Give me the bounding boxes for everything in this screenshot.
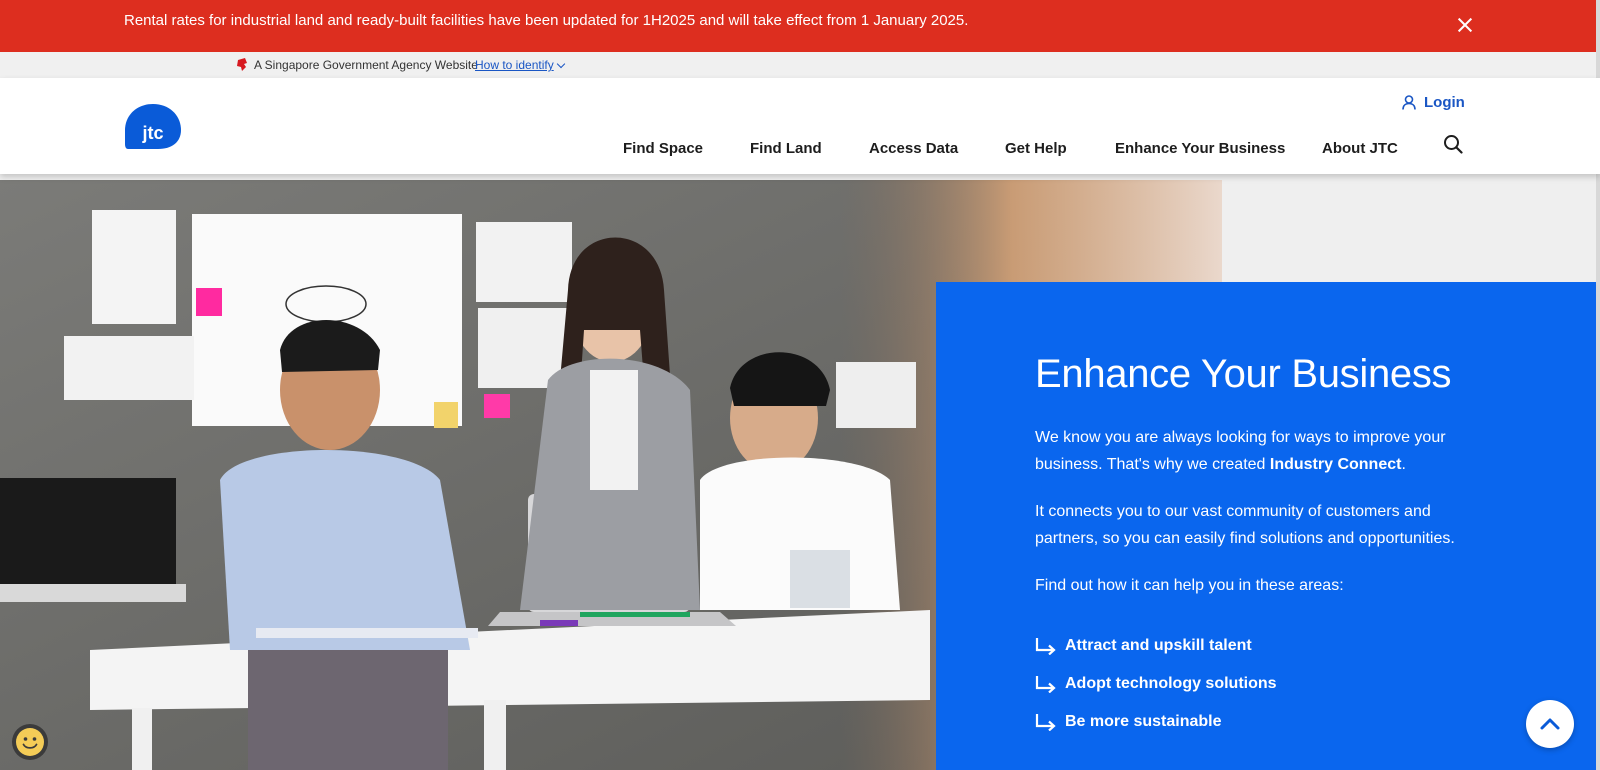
gov-agency-text: A Singapore Government Agency Website <box>254 58 478 72</box>
jtc-logo[interactable]: jtc <box>124 102 182 150</box>
corner-down-right-arrow-icon <box>1035 714 1056 731</box>
corner-down-right-arrow-icon <box>1035 676 1056 693</box>
user-icon <box>1402 95 1416 110</box>
chevron-up-icon <box>1540 718 1560 730</box>
login-button[interactable]: Login <box>1402 94 1465 111</box>
site-header: jtc Login Find Space Find Land Access Da… <box>0 78 1600 174</box>
link-adopt-technology[interactable]: Adopt technology solutions <box>1035 665 1277 703</box>
panel-paragraph-1: We know you are always looking for ways … <box>1035 424 1455 478</box>
nav-get-help[interactable]: Get Help <box>1005 140 1067 157</box>
feedback-button[interactable] <box>12 724 48 760</box>
focus-area-links: Attract and upskill talent Adopt technol… <box>1035 627 1277 741</box>
how-to-identify-link[interactable]: How to identify <box>475 58 554 72</box>
link-attract-talent[interactable]: Attract and upskill talent <box>1035 627 1277 665</box>
chevron-down-icon[interactable] <box>556 59 566 69</box>
link-label: Attract and upskill talent <box>1065 637 1252 654</box>
nav-about-jtc[interactable]: About JTC <box>1322 140 1398 157</box>
panel-paragraph-3: Find out how it can help you in these ar… <box>1035 577 1344 594</box>
link-be-sustainable[interactable]: Be more sustainable <box>1035 703 1277 741</box>
close-icon[interactable] <box>1454 14 1476 36</box>
gov-agency-bar: A Singapore Government Agency Website Ho… <box>0 52 1600 78</box>
corner-down-right-arrow-icon <box>1035 638 1056 655</box>
smiley-icon <box>16 728 44 756</box>
announcement-banner: Rental rates for industrial land and rea… <box>0 0 1600 52</box>
announcement-text: Rental rates for industrial land and rea… <box>124 12 969 29</box>
enhance-business-panel: Enhance Your Business We know you are al… <box>936 282 1600 770</box>
paragraph-text-end: . <box>1401 456 1406 473</box>
login-label: Login <box>1424 94 1465 111</box>
nav-find-space[interactable]: Find Space <box>623 140 703 157</box>
link-label: Be more sustainable <box>1065 713 1222 730</box>
lion-head-icon <box>237 58 247 71</box>
back-to-top-button[interactable] <box>1526 700 1574 748</box>
panel-title: Enhance Your Business <box>1035 352 1452 396</box>
nav-find-land[interactable]: Find Land <box>750 140 822 157</box>
logo-text: jtc <box>141 123 163 143</box>
link-label: Adopt technology solutions <box>1065 675 1277 692</box>
panel-paragraph-2: It connects you to our vast community of… <box>1035 503 1455 547</box>
nav-access-data[interactable]: Access Data <box>869 140 958 157</box>
nav-enhance-your-business[interactable]: Enhance Your Business <box>1115 140 1285 157</box>
industry-connect-highlight: Industry Connect <box>1269 456 1402 473</box>
search-icon[interactable] <box>1443 134 1463 154</box>
